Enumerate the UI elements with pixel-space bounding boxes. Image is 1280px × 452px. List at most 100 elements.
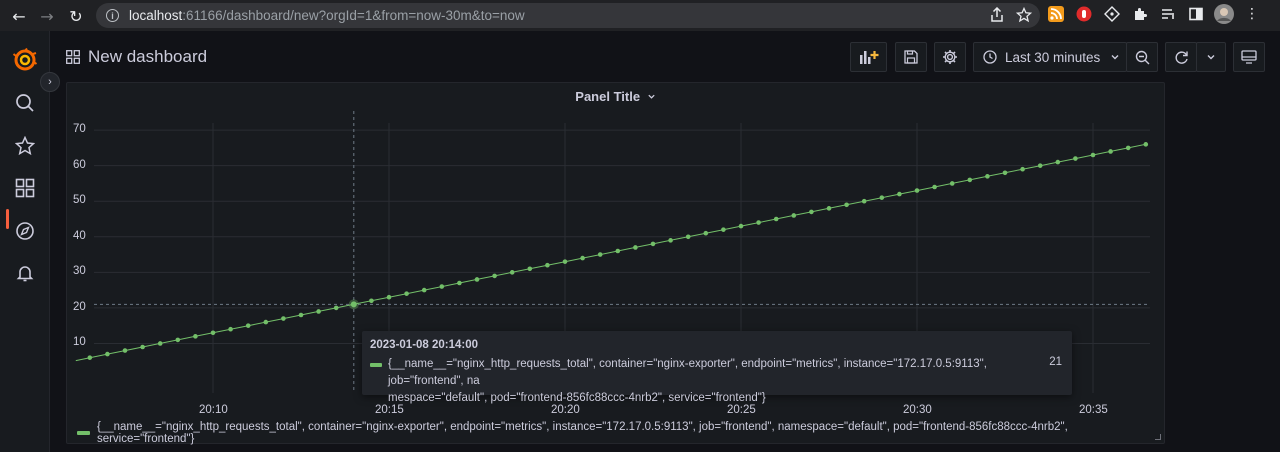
url-path: :61166/dashboard/new?orgId=1&from=now-30… — [182, 8, 525, 23]
data-point — [1037, 163, 1043, 168]
y-tick-label: 50 — [73, 194, 86, 207]
data-point — [527, 266, 533, 272]
extensions-puzzle-icon[interactable] — [1130, 3, 1150, 25]
page-title[interactable]: New dashboard — [88, 47, 207, 67]
dashboards-icon[interactable] — [12, 175, 38, 201]
data-point — [298, 312, 304, 318]
data-point — [721, 227, 726, 232]
clock-icon — [983, 50, 997, 64]
data-point — [615, 248, 621, 254]
data-point — [861, 198, 867, 204]
save-dashboard-button[interactable] — [895, 42, 927, 72]
grafana-sidebar — [0, 31, 50, 452]
zoom-out-button[interactable] — [1126, 42, 1158, 72]
forward-arrow-icon[interactable]: → — [33, 2, 61, 30]
y-tick-label: 60 — [73, 158, 86, 171]
refresh-button[interactable] — [1165, 42, 1197, 72]
data-point — [826, 206, 832, 211]
expand-menu-button[interactable]: › — [40, 72, 60, 92]
share-icon[interactable] — [990, 7, 1004, 23]
time-range-picker[interactable]: Last 30 minutes — [973, 42, 1127, 72]
gear-icon — [943, 50, 957, 64]
data-point — [668, 238, 673, 243]
data-point — [263, 319, 269, 325]
alerting-bell-icon[interactable] — [12, 260, 38, 286]
data-point — [369, 298, 374, 304]
url-host: localhost — [129, 8, 183, 23]
zoom-out-icon — [1135, 50, 1149, 64]
git-extension-icon[interactable] — [1102, 3, 1122, 25]
y-tick-label: 10 — [73, 336, 86, 349]
side-panel-icon[interactable] — [1186, 3, 1206, 25]
data-point — [175, 337, 181, 343]
refresh-icon — [1175, 50, 1188, 64]
grafana-logo-icon[interactable] — [12, 47, 38, 73]
reading-list-icon[interactable] — [1158, 3, 1178, 25]
data-point — [1002, 170, 1008, 176]
tooltip-series-line-2: mespace="default", pod="frontend-856fc88… — [388, 392, 766, 404]
dashboard-settings-button[interactable] — [934, 42, 966, 72]
hover-point — [350, 301, 357, 308]
graph-panel[interactable]: Panel Title 2023-01-08 20:14:00 {__name_… — [66, 82, 1165, 445]
search-icon[interactable] — [12, 90, 38, 116]
data-point — [439, 284, 445, 289]
legend-label: {__name__="nginx_http_requests_total", c… — [96, 421, 1068, 445]
data-point — [897, 191, 902, 197]
tooltip-time: 2023-01-08 20:14:00 — [370, 339, 479, 351]
data-point — [1073, 156, 1078, 161]
reload-icon[interactable]: ↻ — [62, 2, 90, 30]
data-point — [1143, 142, 1149, 147]
data-point — [157, 341, 163, 346]
data-point — [228, 326, 233, 332]
x-tick-label: 20:25 — [727, 404, 756, 416]
y-tick-label: 70 — [73, 123, 86, 136]
data-point — [756, 220, 761, 225]
chevron-down-icon — [648, 94, 655, 99]
data-point — [562, 259, 568, 264]
x-tick-label: 20:15 — [375, 404, 404, 416]
browser-toolbar: ← → ↻ i localhost:61166/dashboard/new?or… — [0, 0, 1280, 31]
profile-avatar[interactable] — [1214, 3, 1234, 25]
data-point — [281, 316, 286, 321]
add-panel-icon — [859, 51, 878, 64]
explore-compass-icon[interactable] — [12, 218, 38, 244]
data-point — [1108, 149, 1113, 154]
data-point — [703, 230, 709, 236]
data-point — [1020, 166, 1025, 172]
data-point — [967, 177, 973, 183]
y-tick-label: 40 — [73, 229, 86, 242]
panel-resize-handle[interactable] — [1155, 434, 1161, 440]
panel-header[interactable]: Panel Title — [67, 89, 1164, 104]
hover-tooltip: 2023-01-08 20:14:00 {__name__="nginx_htt… — [362, 331, 1072, 404]
tooltip-series-line-1: {__name__="nginx_http_requests_total", c… — [388, 358, 987, 387]
cycle-view-mode-button[interactable] — [1233, 42, 1265, 72]
back-arrow-icon[interactable]: ← — [5, 2, 33, 30]
address-bar[interactable]: i localhost:61166/dashboard/new?orgId=1&… — [96, 3, 1040, 28]
x-tick-label: 20:10 — [199, 404, 228, 416]
legend-item[interactable]: {__name__="nginx_http_requests_total", c… — [77, 421, 1164, 445]
data-point — [879, 195, 885, 200]
data-point — [140, 344, 145, 350]
data-point — [105, 351, 110, 357]
record-extension-icon[interactable] — [1074, 3, 1094, 25]
site-info-icon[interactable]: i — [106, 9, 119, 22]
star-icon[interactable] — [12, 133, 38, 159]
data-point — [685, 234, 691, 240]
chevron-down-icon — [1111, 55, 1119, 60]
data-point — [633, 245, 638, 250]
refresh-interval-dropdown[interactable] — [1196, 42, 1226, 72]
data-point — [1055, 159, 1061, 165]
bookmark-star-icon[interactable] — [1016, 7, 1032, 23]
tooltip-series-label: {__name__="nginx_http_requests_total", c… — [388, 356, 1038, 407]
tooltip-series-swatch — [370, 363, 382, 367]
rss-extension-icon[interactable] — [1046, 3, 1066, 25]
browser-menu-icon[interactable]: ⋮ — [1242, 3, 1262, 25]
y-tick-label: 30 — [73, 265, 86, 278]
add-panel-button[interactable] — [850, 42, 887, 72]
data-point — [87, 355, 93, 360]
data-point — [580, 255, 585, 261]
panel-title: Panel Title — [575, 89, 641, 104]
active-indicator — [6, 209, 9, 229]
x-tick-label: 20:30 — [903, 404, 932, 416]
data-point — [492, 273, 497, 279]
